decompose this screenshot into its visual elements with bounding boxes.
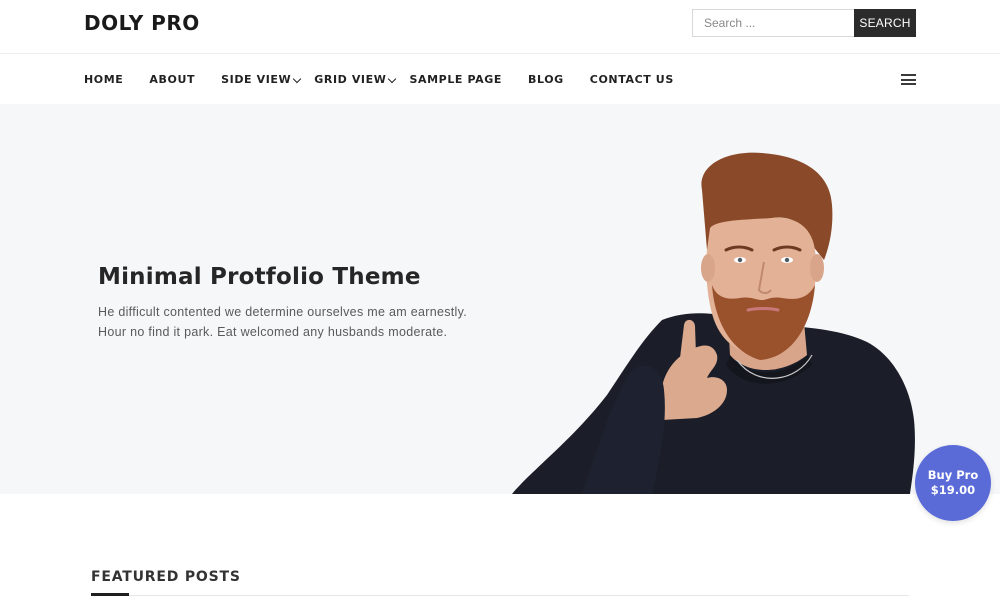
chevron-down-icon	[293, 74, 302, 83]
hero-title: Minimal Protfolio Theme	[98, 264, 421, 290]
nav-item-label: CONTACT US	[589, 73, 674, 86]
hero-description-line: He difficult contented we determine ours…	[98, 305, 468, 319]
nav-item-label: ABOUT	[149, 73, 196, 86]
nav-item-home[interactable]: HOME	[84, 73, 123, 86]
hero-description-line: Hour no find it park. Eat welcomed any h…	[98, 324, 448, 339]
nav-item-label: HOME	[84, 73, 124, 86]
hero-portrait-image	[512, 152, 915, 494]
search-input[interactable]	[692, 9, 854, 37]
main-nav: HOME ABOUT SIDE VIEW GRID VIEW SAMPLE PA…	[0, 55, 1000, 104]
buy-pro-price: $19.00	[930, 483, 976, 497]
nav-item-label: SIDE VIEW	[221, 73, 292, 86]
nav-item-grid-view[interactable]: GRID VIEW	[314, 73, 397, 86]
search-button[interactable]: SEARCH	[854, 9, 916, 37]
nav-item-about[interactable]: ABOUT	[149, 73, 195, 86]
nav-item-blog[interactable]: BLOG	[528, 73, 564, 86]
hamburger-menu-icon[interactable]	[901, 74, 917, 85]
section-divider	[91, 595, 909, 596]
nav-item-contact-us[interactable]: CONTACT US	[590, 73, 674, 86]
buy-pro-label: Buy Pro	[927, 468, 979, 482]
site-title[interactable]: DOLY PRO	[84, 11, 200, 35]
nav-item-sample-page[interactable]: SAMPLE PAGE	[409, 73, 502, 86]
nav-item-label: BLOG	[528, 73, 564, 86]
site-header: DOLY PRO SEARCH	[0, 0, 1000, 54]
nav-item-label: SAMPLE PAGE	[409, 73, 502, 86]
nav-list: HOME ABOUT SIDE VIEW GRID VIEW SAMPLE PA…	[84, 73, 674, 86]
featured-posts-heading: FEATURED POSTS	[91, 569, 241, 585]
nav-item-side-view[interactable]: SIDE VIEW	[221, 73, 302, 86]
nav-item-label: GRID VIEW	[314, 73, 387, 86]
chevron-down-icon	[388, 74, 397, 83]
buy-pro-button[interactable]: Buy Pro $19.00	[915, 445, 991, 521]
heading-underline-accent	[91, 593, 129, 596]
search-form: SEARCH	[692, 9, 916, 37]
hero-section: Minimal Protfolio Theme He difficult con…	[0, 104, 1000, 494]
hero-description: He difficult contented we determine ours…	[98, 303, 498, 342]
